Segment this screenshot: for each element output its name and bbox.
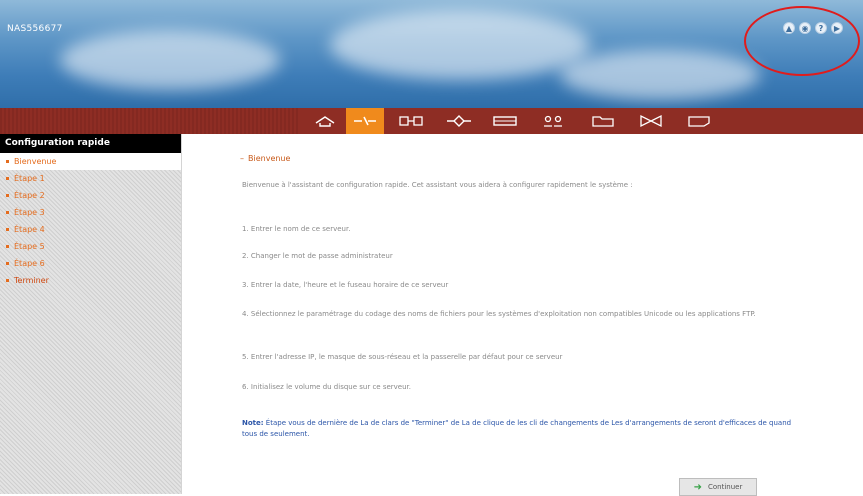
- step-item: 2. Changer le mot de passe administrateu…: [242, 252, 393, 260]
- bullet-icon: [6, 177, 9, 180]
- network-icon: [447, 115, 471, 127]
- quick-config-icon: [354, 116, 376, 126]
- server-name: NAS556677: [7, 24, 63, 34]
- sidebar-item-step-5[interactable]: Étape 5: [0, 238, 181, 255]
- red-highlight-circle: [744, 6, 860, 76]
- sidebar-item-step-2[interactable]: Étape 2: [0, 187, 181, 204]
- step-item: 1. Entrer le nom de ce serveur.: [242, 225, 351, 233]
- bullet-icon: [6, 279, 9, 282]
- sidebar-item-label: Bienvenue: [14, 157, 57, 166]
- note-body: Étape vous de dernière de La de clars de…: [242, 419, 792, 438]
- dash-icon: –: [240, 154, 244, 163]
- sidebar-item-welcome[interactable]: Bienvenue: [0, 153, 181, 170]
- main-nav-bar: [0, 108, 863, 134]
- home-icon: [315, 116, 335, 127]
- banner-cloud: [60, 30, 280, 90]
- transfer-icon: [640, 114, 662, 128]
- sidebar: Configuration rapide Bienvenue Étape 1 É…: [0, 134, 181, 494]
- nav-system-settings[interactable]: [392, 108, 430, 134]
- sidebar-item-label: Étape 5: [14, 242, 45, 251]
- continue-label: Continuer: [708, 483, 743, 491]
- users-icon: [544, 115, 562, 127]
- sidebar-item-step-1[interactable]: Étape 1: [0, 170, 181, 187]
- nav-quick-config[interactable]: [346, 108, 384, 134]
- arrow-right-icon: ➜: [693, 481, 703, 493]
- sidebar-item-label: Étape 4: [14, 225, 45, 234]
- bullet-icon: [6, 160, 9, 163]
- banner-cloud: [330, 10, 590, 80]
- sidebar-item-step-3[interactable]: Étape 3: [0, 204, 181, 221]
- bullet-icon: [6, 228, 9, 231]
- step-item: 3. Entrer la date, l'heure et le fuseau …: [242, 281, 449, 289]
- banner-cloud: [560, 50, 760, 100]
- nav-users[interactable]: [534, 108, 572, 134]
- bullet-icon: [6, 245, 9, 248]
- system-settings-icon: [399, 116, 423, 126]
- navbar-pattern: [0, 108, 300, 134]
- sidebar-item-step-6[interactable]: Étape 6: [0, 255, 181, 272]
- note-label: Note:: [242, 419, 264, 427]
- step-item: 6. Initialisez le volume du disque sur c…: [242, 383, 412, 391]
- bullet-icon: [6, 194, 9, 197]
- sidebar-item-label: Terminer: [14, 276, 49, 285]
- note-text: Note: Étape vous de dernière de La de cl…: [242, 418, 802, 440]
- sidebar-item-label: Étape 1: [14, 174, 45, 183]
- nav-share-folder[interactable]: [584, 108, 622, 134]
- nav-disk[interactable]: [486, 108, 524, 134]
- section-title-text: Bienvenue: [248, 154, 291, 163]
- sidebar-item-label: Étape 3: [14, 208, 45, 217]
- sidebar-item-finish[interactable]: Terminer: [0, 272, 181, 289]
- nav-system-tools[interactable]: [680, 108, 718, 134]
- continue-button[interactable]: ➜ Continuer: [679, 478, 757, 496]
- step-item: 4. Sélectionnez le paramétrage du codage…: [242, 310, 756, 318]
- sidebar-item-label: Étape 2: [14, 191, 45, 200]
- nav-transfer[interactable]: [632, 108, 670, 134]
- system-tools-icon: [688, 116, 710, 127]
- sidebar-header: Configuration rapide: [0, 134, 181, 153]
- header-banner: NAS556677 ▲ ◉ ? ▶: [0, 0, 863, 108]
- main-content: – Bienvenue Bienvenue à l'assistant de co…: [181, 134, 863, 496]
- intro-text: Bienvenue à l'assistant de configuration…: [242, 181, 633, 189]
- sidebar-item-label: Étape 6: [14, 259, 45, 268]
- nav-network[interactable]: [440, 108, 478, 134]
- sidebar-item-step-4[interactable]: Étape 4: [0, 221, 181, 238]
- bullet-icon: [6, 262, 9, 265]
- section-title: – Bienvenue: [240, 154, 290, 163]
- step-item: 5. Entrer l'adresse IP, le masque de sou…: [242, 353, 563, 361]
- nav-home[interactable]: [306, 108, 344, 134]
- bullet-icon: [6, 211, 9, 214]
- disk-icon: [493, 116, 517, 126]
- share-folder-icon: [592, 116, 614, 127]
